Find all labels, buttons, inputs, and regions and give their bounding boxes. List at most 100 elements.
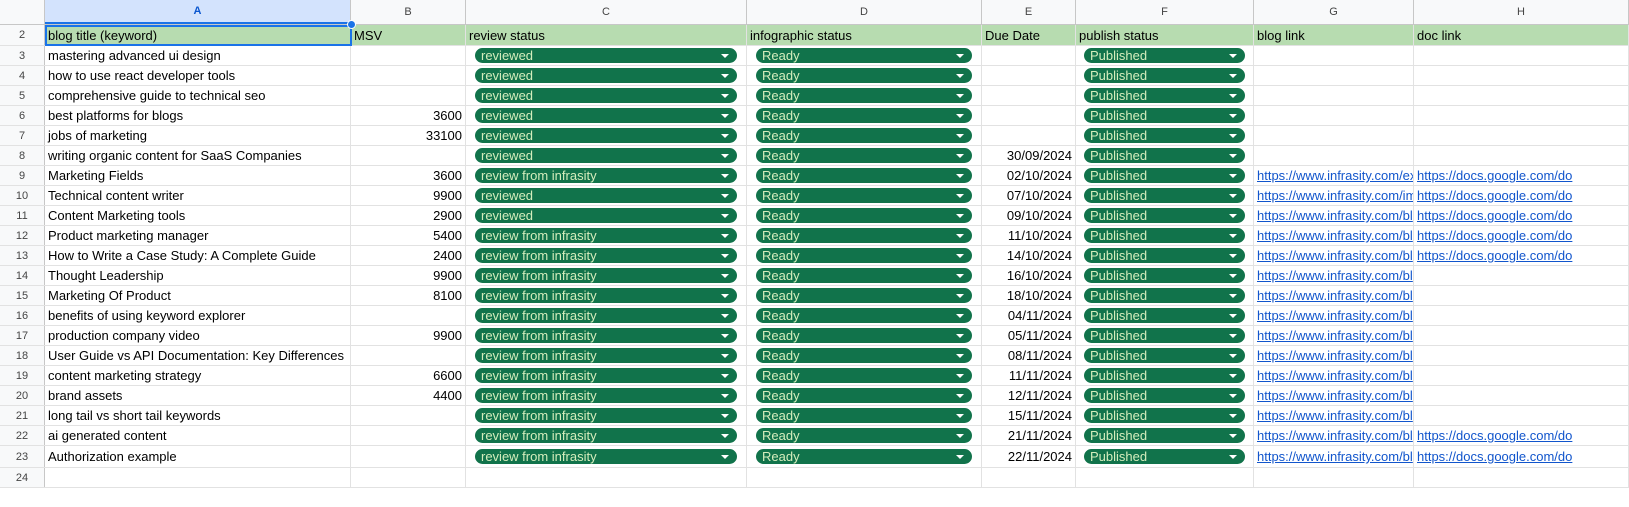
dropdown-arrow-icon[interactable]	[1229, 253, 1237, 258]
infographic-status-cell[interactable]: Ready	[747, 346, 982, 365]
publish-status-cell[interactable]: Published	[1076, 386, 1254, 405]
blog-link-cell[interactable]: https://www.infrasity.com/bl	[1254, 246, 1414, 265]
row-number[interactable]: 13	[0, 246, 45, 265]
due-date-cell[interactable]: 11/10/2024	[982, 226, 1076, 245]
dropdown-arrow-icon[interactable]	[956, 213, 964, 218]
row-number[interactable]: 10	[0, 186, 45, 205]
publish-status-cell[interactable]: Published	[1076, 126, 1254, 145]
due-date-cell[interactable]: 18/10/2024	[982, 286, 1076, 305]
dropdown-arrow-icon[interactable]	[1229, 93, 1237, 98]
infographic-status-chip[interactable]: Ready	[756, 368, 972, 383]
infographic-status-chip[interactable]: Ready	[756, 128, 972, 143]
infographic-status-chip[interactable]: Ready	[756, 449, 972, 464]
infographic-status-chip[interactable]: Ready	[756, 188, 972, 203]
publish-status-cell[interactable]: Published	[1076, 266, 1254, 285]
doc-link-cell[interactable]	[1414, 146, 1629, 165]
infographic-status-cell[interactable]: Ready	[747, 166, 982, 185]
infographic-status-chip[interactable]: Ready	[756, 328, 972, 343]
due-date-cell[interactable]: 04/11/2024	[982, 306, 1076, 325]
doc-link-cell[interactable]: https://docs.google.com/do	[1414, 166, 1629, 185]
msv-cell[interactable]: 3600	[351, 166, 466, 185]
msv-cell[interactable]	[351, 446, 466, 467]
doc-link-cell[interactable]: https://docs.google.com/do	[1414, 206, 1629, 225]
msv-cell[interactable]: 8100	[351, 286, 466, 305]
doc-link-text[interactable]: https://docs.google.com/do	[1417, 248, 1572, 263]
dropdown-arrow-icon[interactable]	[721, 313, 729, 318]
due-date-cell[interactable]	[982, 46, 1076, 65]
infographic-status-chip[interactable]: Ready	[756, 108, 972, 123]
infographic-status-cell[interactable]: Ready	[747, 406, 982, 425]
dropdown-arrow-icon[interactable]	[1229, 173, 1237, 178]
blog-link-cell[interactable]: https://www.infrasity.com/bl	[1254, 266, 1414, 285]
blog-title-cell[interactable]: mastering advanced ui design	[45, 46, 351, 65]
review-status-cell[interactable]: reviewed	[466, 206, 747, 225]
publish-status-cell[interactable]: Published	[1076, 286, 1254, 305]
blog-link-text[interactable]: https://www.infrasity.com/bl	[1257, 428, 1413, 443]
dropdown-arrow-icon[interactable]	[956, 53, 964, 58]
infographic-status-chip[interactable]: Ready	[756, 88, 972, 103]
empty-cell[interactable]	[1076, 468, 1254, 487]
publish-status-chip[interactable]: Published	[1084, 408, 1245, 423]
blog-title-cell[interactable]: benefits of using keyword explorer	[45, 306, 351, 325]
dropdown-arrow-icon[interactable]	[721, 133, 729, 138]
dropdown-arrow-icon[interactable]	[721, 353, 729, 358]
column-header-d[interactable]: D	[747, 0, 982, 24]
dropdown-arrow-icon[interactable]	[956, 433, 964, 438]
infographic-status-chip[interactable]: Ready	[756, 168, 972, 183]
row-number[interactable]: 5	[0, 86, 45, 105]
review-status-cell[interactable]: review from infrasity	[466, 306, 747, 325]
due-date-cell[interactable]	[982, 106, 1076, 125]
infographic-status-chip[interactable]: Ready	[756, 388, 972, 403]
due-date-cell[interactable]: 09/10/2024	[982, 206, 1076, 225]
empty-cell[interactable]	[982, 468, 1076, 487]
doc-link-cell[interactable]	[1414, 106, 1629, 125]
blog-title-cell[interactable]: Product marketing manager	[45, 226, 351, 245]
due-date-cell[interactable]	[982, 66, 1076, 85]
select-all-corner[interactable]	[0, 0, 45, 24]
publish-status-chip[interactable]: Published	[1084, 108, 1245, 123]
review-status-cell[interactable]: reviewed	[466, 66, 747, 85]
blog-link-text[interactable]: https://www.infrasity.com/ex	[1257, 168, 1413, 183]
dropdown-arrow-icon[interactable]	[721, 454, 729, 459]
review-status-cell[interactable]: review from infrasity	[466, 326, 747, 345]
publish-status-cell[interactable]: Published	[1076, 246, 1254, 265]
header-cell-doc-link[interactable]: doc link	[1414, 25, 1629, 45]
dropdown-arrow-icon[interactable]	[956, 113, 964, 118]
infographic-status-chip[interactable]: Ready	[756, 408, 972, 423]
review-status-cell[interactable]: review from infrasity	[466, 286, 747, 305]
blog-link-cell[interactable]	[1254, 86, 1414, 105]
blog-link-cell[interactable]: https://www.infrasity.com/ex	[1254, 166, 1414, 185]
blog-link-cell[interactable]: https://www.infrasity.com/im	[1254, 186, 1414, 205]
dropdown-arrow-icon[interactable]	[1229, 53, 1237, 58]
infographic-status-chip[interactable]: Ready	[756, 68, 972, 83]
publish-status-cell[interactable]: Published	[1076, 106, 1254, 125]
row-number[interactable]: 19	[0, 366, 45, 385]
publish-status-cell[interactable]: Published	[1076, 46, 1254, 65]
infographic-status-chip[interactable]: Ready	[756, 48, 972, 63]
infographic-status-cell[interactable]: Ready	[747, 306, 982, 325]
review-status-chip[interactable]: reviewed	[475, 48, 737, 63]
infographic-status-chip[interactable]: Ready	[756, 308, 972, 323]
publish-status-chip[interactable]: Published	[1084, 308, 1245, 323]
review-status-cell[interactable]: review from infrasity	[466, 266, 747, 285]
review-status-cell[interactable]: review from infrasity	[466, 426, 747, 445]
publish-status-chip[interactable]: Published	[1084, 268, 1245, 283]
review-status-chip[interactable]: review from infrasity	[475, 368, 737, 383]
due-date-cell[interactable]: 16/10/2024	[982, 266, 1076, 285]
doc-link-text[interactable]: https://docs.google.com/do	[1417, 428, 1572, 443]
dropdown-arrow-icon[interactable]	[956, 133, 964, 138]
column-header-h[interactable]: H	[1414, 0, 1629, 24]
header-cell-title[interactable]: blog title (keyword)	[45, 25, 351, 45]
column-header-f[interactable]: F	[1076, 0, 1254, 24]
publish-status-cell[interactable]: Published	[1076, 346, 1254, 365]
dropdown-arrow-icon[interactable]	[1229, 353, 1237, 358]
publish-status-cell[interactable]: Published	[1076, 226, 1254, 245]
blog-link-text[interactable]: https://www.infrasity.com/bl	[1257, 248, 1413, 263]
infographic-status-cell[interactable]: Ready	[747, 206, 982, 225]
review-status-chip[interactable]: review from infrasity	[475, 268, 737, 283]
infographic-status-cell[interactable]: Ready	[747, 146, 982, 165]
review-status-cell[interactable]: reviewed	[466, 86, 747, 105]
doc-link-cell[interactable]: https://docs.google.com/do	[1414, 246, 1629, 265]
infographic-status-chip[interactable]: Ready	[756, 248, 972, 263]
dropdown-arrow-icon[interactable]	[1229, 333, 1237, 338]
